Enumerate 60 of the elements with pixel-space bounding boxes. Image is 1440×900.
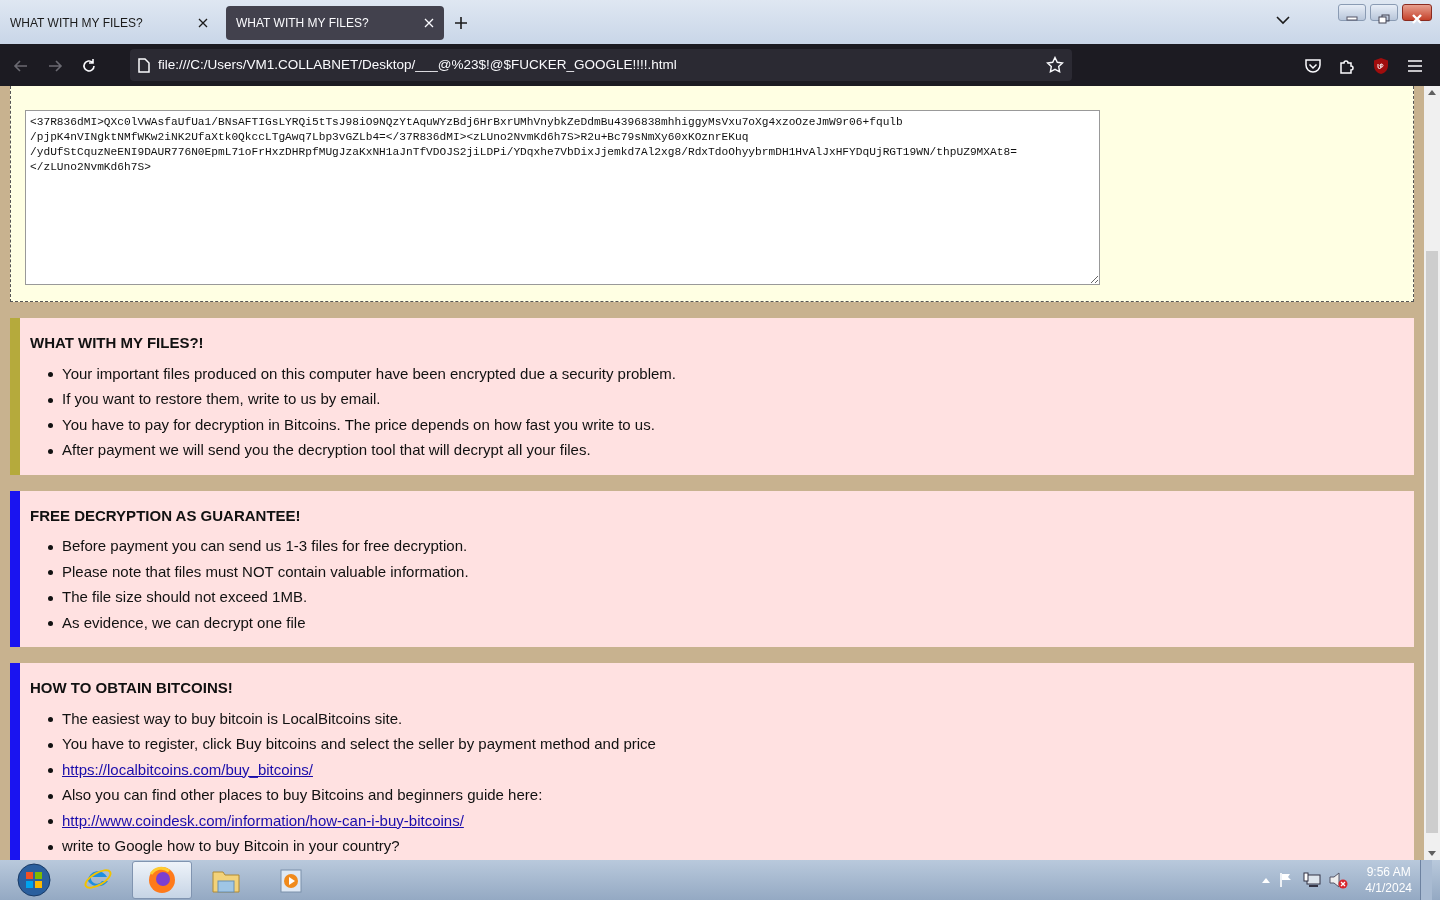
bullet-icon: [48, 570, 53, 576]
bullet-icon: [48, 372, 53, 378]
bullet-icon: [48, 397, 53, 403]
browser-tab[interactable]: WHAT WITH MY FILES?: [0, 6, 218, 40]
list-item-text: As evidence, we can decrypt one file: [62, 613, 306, 631]
network-icon[interactable]: [1303, 872, 1322, 888]
bullet-icon: [48, 595, 53, 601]
scrollbar[interactable]: [1424, 86, 1440, 860]
address-text: file:///C:/Users/VM1.COLLABNET/Desktop/___@%23$!@$FUCKER_GOOGLE!!!!.html: [158, 55, 678, 74]
fox-browser-icon: [146, 864, 178, 896]
close-button[interactable]: [1402, 4, 1432, 21]
list-item-text: Please note that files must NOT contain valuable information.: [62, 562, 469, 580]
list-item-text: write to Google how to buy Bitcoin in your country?: [62, 837, 400, 854]
clock-time: 9:56 AM: [1365, 864, 1412, 880]
bullet-icon: [48, 742, 53, 748]
scroll-down-icon[interactable]: [1428, 851, 1436, 856]
bullet-icon: [48, 793, 53, 799]
bullet-icon: [48, 423, 53, 429]
minimize-button[interactable]: [1338, 4, 1366, 21]
bullet-icon: [48, 621, 53, 627]
scrollbar-thumb[interactable]: [1426, 251, 1438, 833]
list-item-text: Before payment you can send us 1-3 files for free decryption.: [62, 537, 468, 554]
bullet-icon: [48, 768, 53, 774]
forward-arrow-icon: [47, 57, 63, 74]
bullet-icon: [48, 844, 53, 850]
bookmark-star-icon[interactable]: [1046, 56, 1064, 74]
bullet-icon: [48, 717, 53, 723]
scroll-up-icon[interactable]: [1428, 90, 1436, 95]
reload-icon: [81, 57, 97, 74]
close-icon[interactable]: [198, 18, 208, 28]
list-item-text: If you want to restore them, write to us by email.: [62, 390, 381, 407]
speaker-muted-icon[interactable]: [1329, 871, 1350, 889]
section-heading: FREE DECRYPTION AS GUARANTEE!: [30, 505, 302, 526]
list-item-text: The easiest way to buy bitcoin is LocalBitcoins site.: [62, 709, 403, 727]
list-item-text: The file size should not exceed 1MB.: [62, 588, 308, 605]
page-icon: [138, 57, 150, 73]
plus-icon: [454, 16, 468, 31]
address-bar[interactable]: file:///C:/Users/VM1.COLLABNET/Desktop/___@%23$!@$FUCKER_GOOGLE!!!!.html: [130, 49, 1072, 81]
section-heading: HOW TO OBTAIN BITCOINS!: [30, 678, 234, 698]
link[interactable]: http://www.coindesk.com/information/how-can-i-buy-bitcoins/: [62, 811, 464, 829]
list-item-text: You have to register, click Buy bitcoins and select the seller by payment method and price: [62, 735, 656, 752]
list-item-text: Also you can find other places to buy Bitcoins and beginners guide here:: [62, 786, 543, 803]
bullet-icon: [48, 448, 53, 454]
list-item-text: After payment we will send you the decryption tool that will decrypt all your files.: [62, 441, 591, 458]
list-item-text: You have to pay for decryption in Bitcoins. The price depends on how fast you write to us.: [62, 415, 655, 433]
tab-list-icon[interactable]: [1276, 16, 1290, 25]
minimize-icon: [1346, 16, 1358, 22]
clock-date: 4/1/2024: [1365, 880, 1412, 896]
back-arrow-icon: [13, 57, 29, 74]
close-icon: [1411, 13, 1423, 24]
bullet-icon: [48, 819, 53, 825]
link[interactable]: https://localbitcoins.com/buy_bitcoins/: [62, 760, 313, 778]
list-item-text: Your important files produced on this computer have been encrypted due a security problem.: [62, 364, 676, 382]
key-text-area[interactable]: <37R836dMI>QXc0lVWAsfaUfUa1/BNsAFTIGsLYRQi5tTsJ98iO9NQzYtAquWYzBdj6HrBxrUMhVnybkZeDdmBu4396838mhhiggyMsVxu7oXg4xzoOzeJmW9r06+fqulb /pjpK4nVINgktNMfWKw2iNK2UfaXtk0QkccLTgAwq7Lbp3vGZLb4=</37R836dMI><zLUno2NvmKd6h7S>R2u+Bc79sNmXy60xKOznrEKuq /ydUfStCquzNeENI9DAUR776N0EpmL71oFrHxzDHRpfMUgJzaKxNH1aJnTfVDOJS2jiLDPi/YDqxhe7VbDixJjemkd7Al2xg8/RdxTdoOhyybrmDH1HvAlJxHFYDqUjRGT19WN/thpUZ9MXAt8= </zLUno2NvmKd6h7S>: [25, 110, 1100, 285]
restore-button[interactable]: [1370, 4, 1398, 21]
browser-tab[interactable]: WHAT WITH MY FILES?: [226, 6, 444, 40]
bullet-icon: [48, 544, 53, 550]
restore-icon: [1378, 13, 1390, 24]
section-heading: WHAT WITH MY FILES?!: [30, 333, 205, 353]
taskbar-app-button[interactable]: [132, 861, 192, 899]
